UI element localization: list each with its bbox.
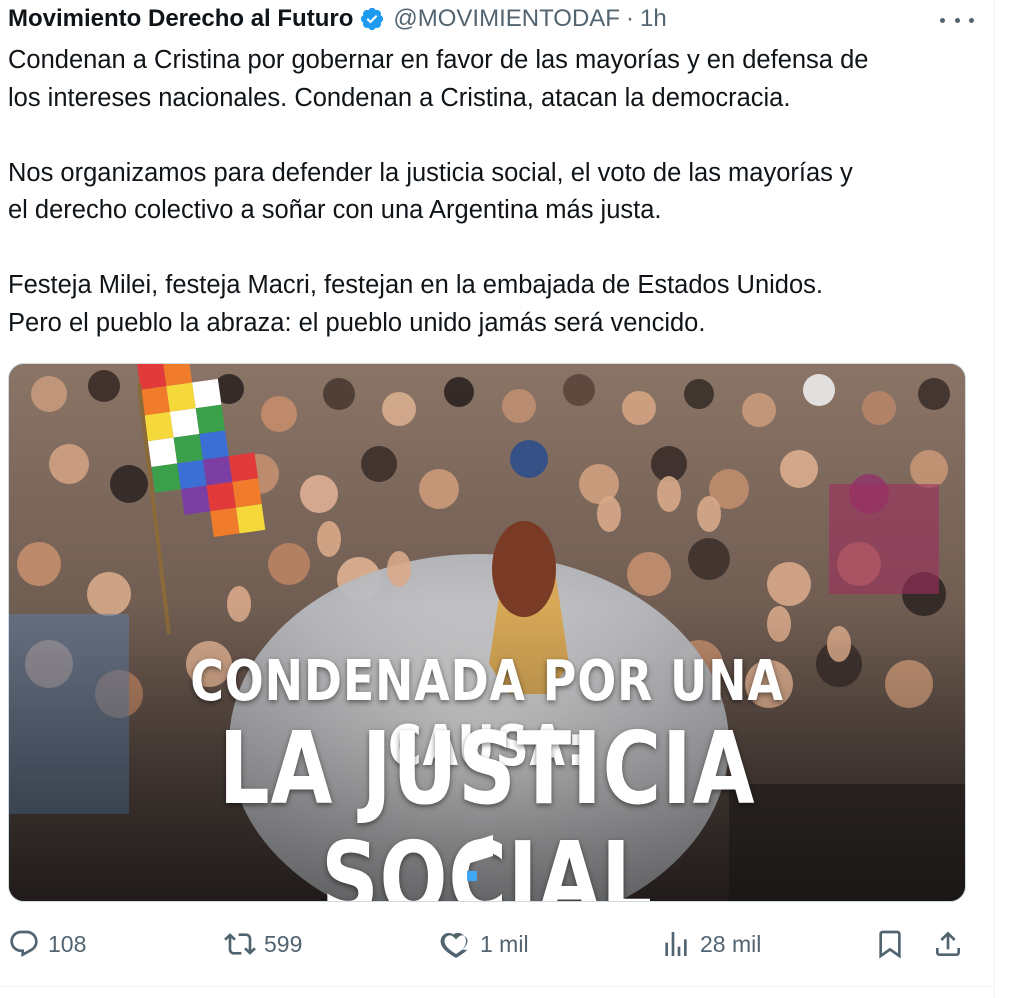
views-button[interactable]: 28 mil — [660, 918, 761, 970]
more-options-icon[interactable] — [940, 8, 974, 32]
column-divider — [994, 0, 995, 998]
tweet-image[interactable]: CONDENADA POR UNA CAUSA: LA JUSTICIA SOC… — [8, 363, 966, 902]
reply-count: 108 — [48, 930, 87, 957]
heart-icon — [440, 932, 468, 958]
tweet-text: Condenan a Cristina por gobernar en favo… — [8, 42, 983, 342]
reply-icon — [10, 930, 38, 957]
tweet-line: Condenan a Cristina por gobernar en favo… — [8, 46, 869, 74]
movement-logo-icon — [467, 835, 493, 881]
tweet-line: Nos organizamos para defender la justici… — [8, 158, 853, 187]
retweet-icon — [224, 933, 256, 955]
retweet-button[interactable]: 599 — [224, 918, 302, 970]
tweet-line: el derecho colectivo a soñar con una Arg… — [8, 196, 662, 224]
tweet-header: Movimiento Derecho al Futuro @MOVIMIENTO… — [8, 2, 974, 36]
share-icon — [936, 931, 960, 956]
views-icon — [665, 932, 687, 956]
views-count: 28 mil — [700, 930, 762, 957]
like-count: 1 mil — [480, 930, 529, 957]
tweet-line: Pero el pueblo la abraza: el pueblo unid… — [8, 308, 706, 337]
like-button[interactable]: 1 mil — [440, 918, 529, 970]
author-name[interactable]: Movimiento Derecho al Futuro — [8, 5, 353, 33]
retweet-count: 599 — [264, 930, 303, 957]
tweet-line: los intereses nacionales. Condenan a Cri… — [8, 83, 791, 112]
separator-dot: · — [625, 5, 634, 32]
bookmark-icon — [879, 930, 901, 959]
author-handle[interactable]: @MOVIMIENTODAF — [393, 5, 620, 33]
tweet-line: Festeja Milei, festeja Macri, festejan e… — [8, 271, 824, 299]
tweet-bottom-divider — [0, 986, 994, 987]
bookmark-button[interactable] — [874, 918, 906, 970]
reply-button[interactable]: 108 — [8, 918, 86, 970]
verified-badge-icon — [361, 7, 384, 31]
tweet-actions-bar: 108 599 1 mil 28 mil — [0, 918, 994, 970]
share-button[interactable] — [932, 918, 964, 970]
tweet-timestamp[interactable]: 1h — [640, 5, 667, 33]
